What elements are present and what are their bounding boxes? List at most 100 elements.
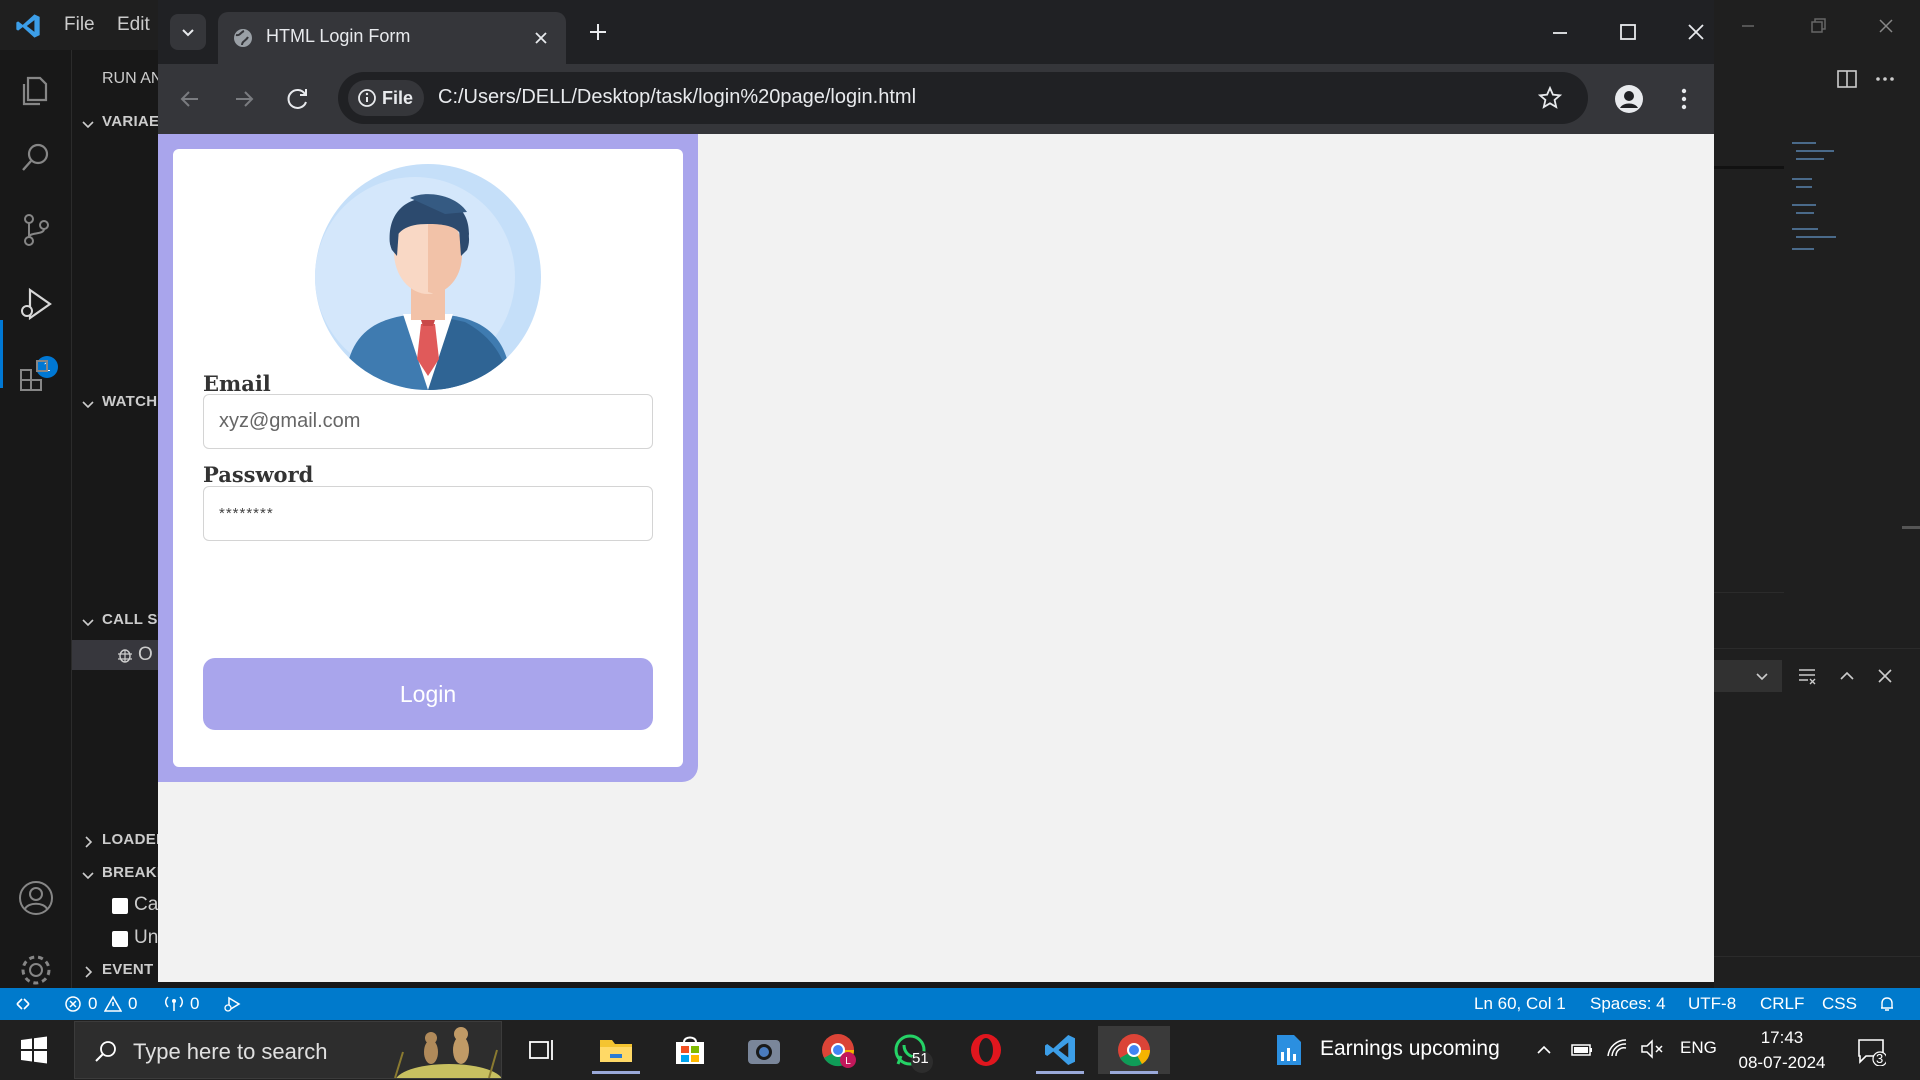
page-viewport: Email Password ******** Login [158,134,1714,982]
section-call-stack[interactable]: CALL ST [102,611,162,628]
more-actions-icon[interactable] [1874,68,1896,90]
warning-icon[interactable] [104,995,122,1013]
cursor-position[interactable]: Ln 60, Col 1 [1474,994,1566,1014]
ports-count[interactable]: 0 [190,994,199,1014]
whatsapp-taskbar-button[interactable]: 51 [876,1026,948,1074]
chevron-right-icon[interactable] [80,964,96,980]
minimize-icon[interactable] [1546,18,1574,46]
input-language[interactable]: ENG [1680,1038,1717,1058]
email-input[interactable] [203,394,653,449]
settings-gear-icon[interactable] [16,950,56,990]
tab-search-button[interactable] [170,14,206,50]
indentation[interactable]: Spaces: 4 [1590,994,1666,1014]
panel-dropdown[interactable] [1714,660,1782,692]
chevron-up-icon[interactable] [1534,1040,1554,1060]
vscode-minimize-icon[interactable] [1734,12,1762,40]
taskbar-search[interactable]: Type here to search [74,1021,502,1079]
chevron-up-icon[interactable] [1836,665,1858,687]
section-breakpoints[interactable]: BREAKI [102,864,161,881]
chevron-right-icon[interactable] [80,834,96,850]
error-count[interactable]: 0 [88,994,97,1014]
bookmark-star-icon[interactable] [1538,86,1562,110]
run-debug-icon[interactable] [16,284,56,324]
password-label: Password [203,462,314,487]
tab-strip: HTML Login Form [158,0,1714,64]
section-watch[interactable]: WATCH [102,393,157,410]
file-explorer-taskbar-button[interactable] [580,1026,652,1074]
search-highlight-illustration [394,1027,501,1078]
breakpoint-checkbox[interactable] [112,898,128,914]
news-widget-icon[interactable] [1274,1032,1304,1068]
wifi-icon[interactable] [1606,1038,1630,1060]
run-debug-sidebar: RUN AN VARIAE WATCH CALL ST O LOADEI BRE… [72,50,162,988]
close-tab-icon[interactable] [532,29,550,47]
clock[interactable]: 17:43 08-07-2024 [1732,1025,1832,1075]
warning-count[interactable]: 0 [128,994,137,1014]
encoding[interactable]: UTF-8 [1688,994,1736,1014]
news-widget-text[interactable]: Earnings upcoming [1320,1037,1500,1061]
chrome-taskbar-button[interactable] [1098,1026,1170,1074]
bug-icon [118,649,132,663]
minimap-line [1792,142,1816,144]
scrollbar-thumb[interactable] [1902,526,1920,529]
chrome-profile-taskbar-button[interactable]: L [802,1026,874,1074]
password-input[interactable]: ******** [203,486,653,541]
chevron-down-icon[interactable] [80,116,96,132]
explorer-icon[interactable] [16,70,56,110]
new-tab-icon[interactable] [584,18,612,46]
status-bar: 0 0 0 Ln 60, Col 1 Spaces: 4 UTF-8 CRLF … [0,988,1920,1020]
clear-output-icon[interactable] [1796,665,1818,687]
language-mode[interactable]: CSS [1822,994,1857,1014]
camera-taskbar-button[interactable] [728,1026,800,1074]
remote-icon[interactable] [14,995,32,1013]
account-icon[interactable] [16,878,56,918]
menu-edit[interactable]: Edit [117,14,150,36]
windows-start-icon[interactable] [20,1036,48,1064]
close-panel-icon[interactable] [1874,665,1896,687]
tab-html-login-form[interactable]: HTML Login Form [218,12,566,64]
line-ending[interactable]: CRLF [1760,994,1804,1014]
notification-bell-icon[interactable] [1878,995,1896,1013]
extensions-icon[interactable] [16,356,56,396]
task-view-icon[interactable] [526,1034,558,1066]
microsoft-store-taskbar-button[interactable] [654,1026,726,1074]
opera-taskbar-button[interactable] [950,1026,1022,1074]
vscode-taskbar-button[interactable] [1024,1026,1096,1074]
menu-file[interactable]: File [64,14,95,36]
section-event-listeners[interactable]: EVENT [102,961,154,978]
chevron-down-icon[interactable] [80,614,96,630]
minimap-line [1792,248,1814,250]
site-info-chip[interactable]: File [348,80,424,116]
divider [1714,166,1784,169]
email-label: Email [203,371,271,396]
source-control-icon[interactable] [16,210,56,250]
battery-icon[interactable] [1570,1040,1594,1060]
breakpoint-checkbox[interactable] [112,931,128,947]
error-icon[interactable] [64,995,82,1013]
reload-icon[interactable] [280,81,316,117]
address-bar[interactable]: File C:/Users/DELL/Desktop/task/login%20… [338,72,1588,124]
search-icon[interactable] [16,138,56,178]
section-variables[interactable]: VARIAE [102,113,159,130]
forward-arrow-icon[interactable] [226,81,262,117]
vscode-close-icon[interactable] [1872,12,1900,40]
call-stack-item[interactable]: O [72,640,162,670]
breakpoint-label: Ca [134,894,159,915]
section-loaded-scripts[interactable]: LOADEI [102,831,160,848]
login-form: Email Password ******** Login [173,149,683,767]
login-button[interactable]: Login [203,658,653,730]
back-arrow-icon[interactable] [172,81,208,117]
url-text[interactable]: C:/Users/DELL/Desktop/task/login%20page/… [438,86,916,109]
split-editor-icon[interactable] [1836,68,1858,90]
vscode-restore-icon[interactable] [1804,12,1832,40]
volume-muted-icon[interactable] [1640,1038,1664,1060]
profile-avatar-icon[interactable] [1614,84,1644,114]
chevron-down-icon[interactable] [80,867,96,883]
minimap-line [1796,236,1836,238]
chrome-menu-icon[interactable] [1670,84,1698,114]
chevron-down-icon[interactable] [80,396,96,412]
ports-icon[interactable] [164,995,184,1013]
debug-run-icon[interactable] [222,995,242,1013]
maximize-icon[interactable] [1614,18,1642,46]
close-window-icon[interactable] [1682,18,1710,46]
